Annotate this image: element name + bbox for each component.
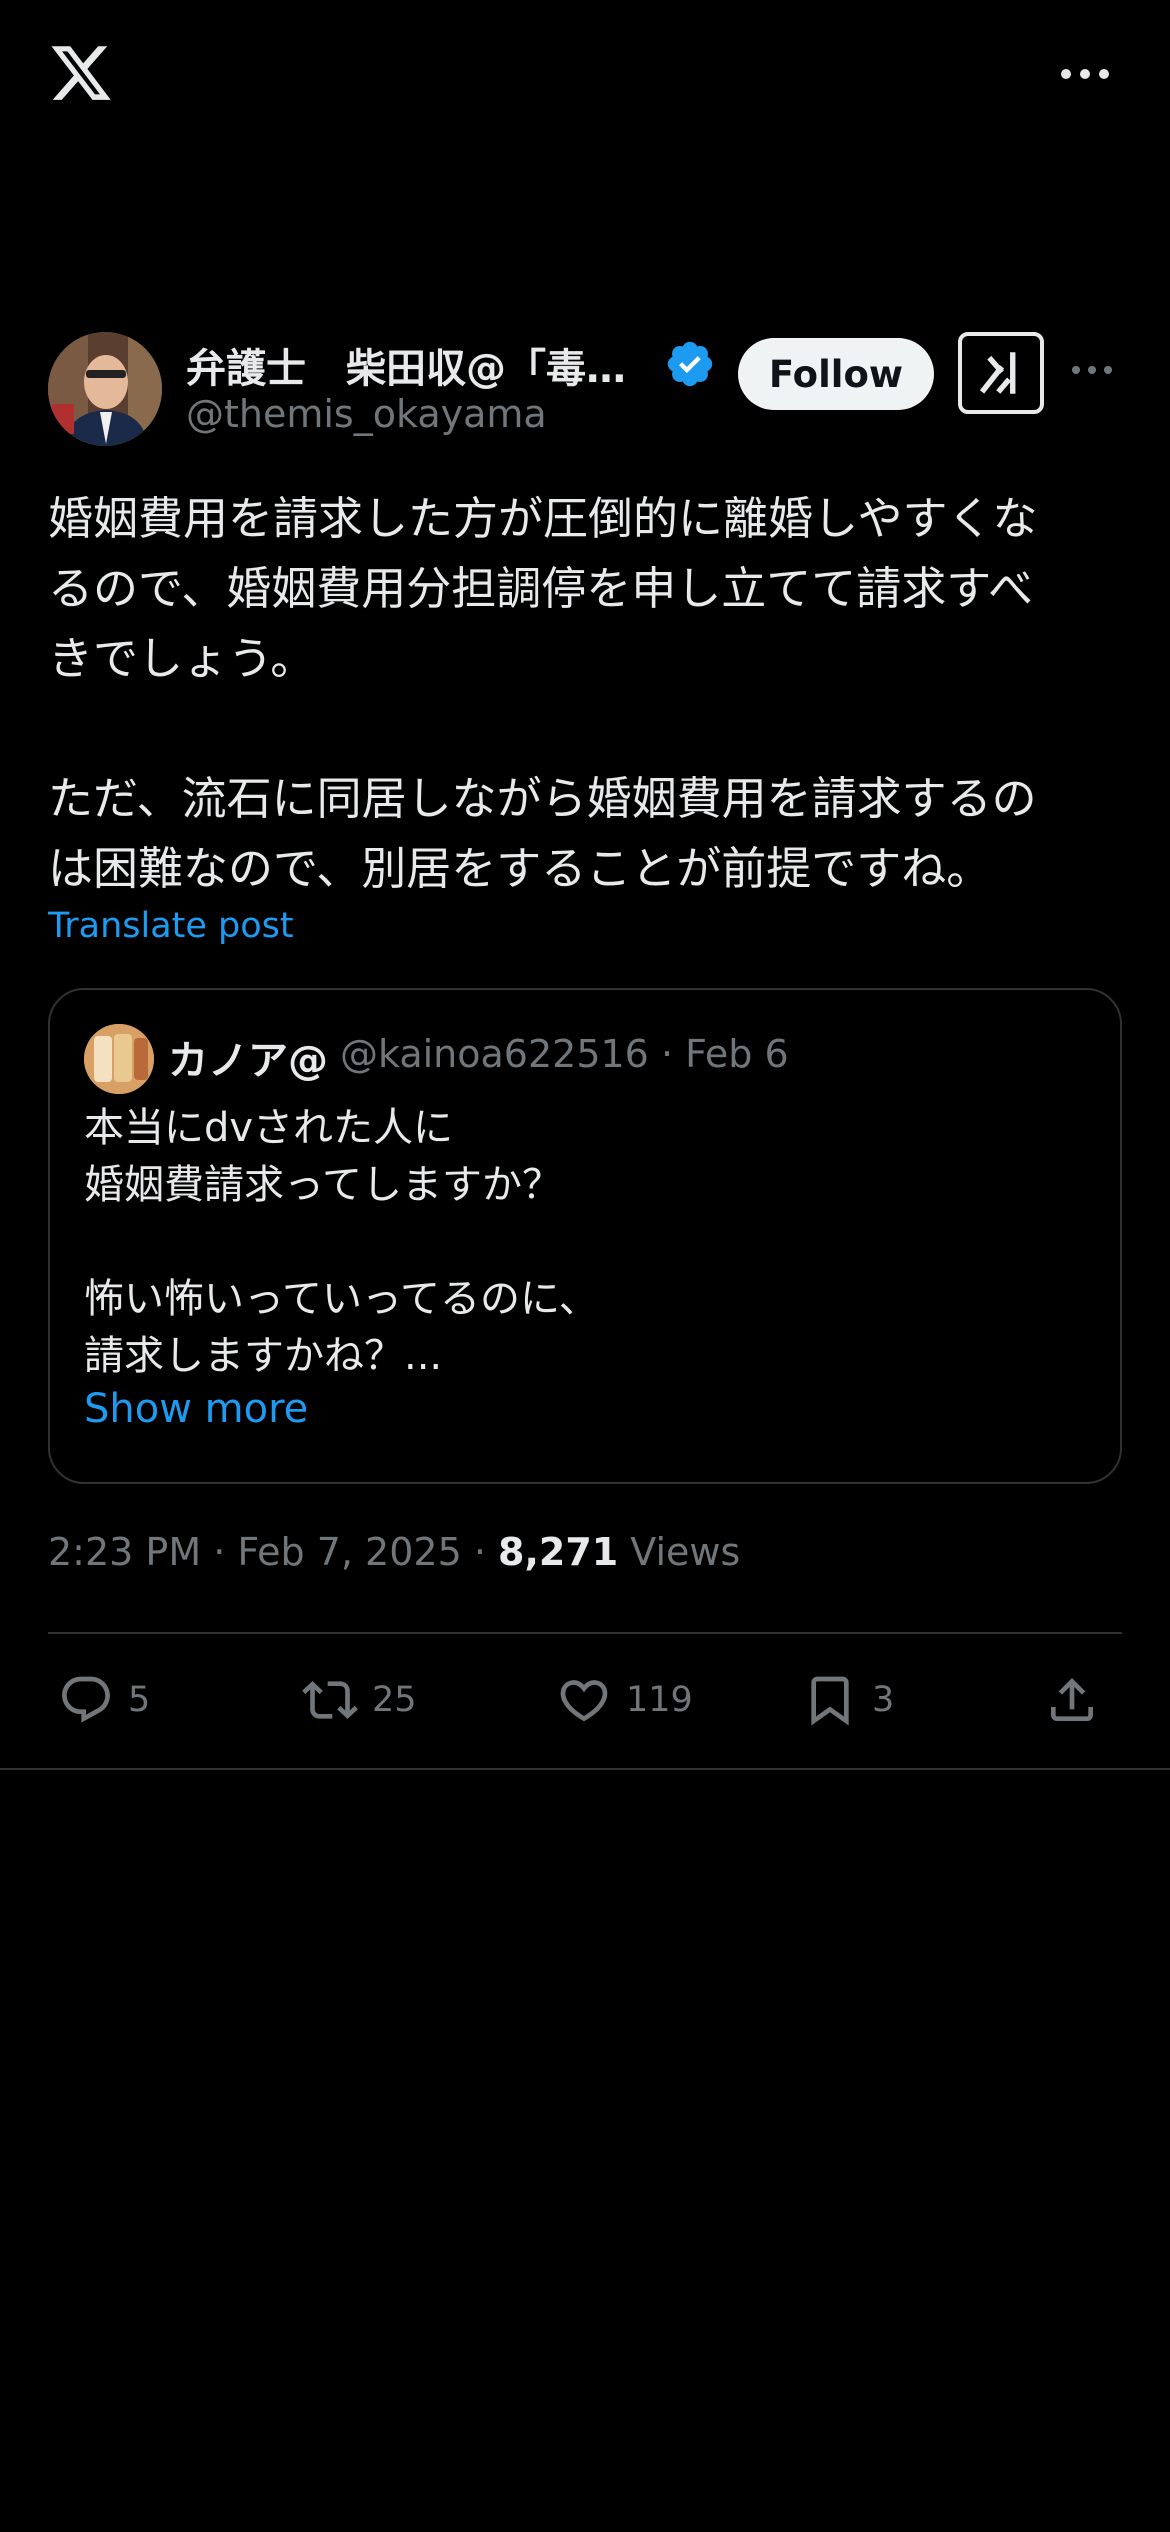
follow-button[interactable]: Follow: [738, 338, 934, 410]
bookmark-button[interactable]: 3: [802, 1660, 894, 1740]
post-text: 婚姻費用を請求した方が圧倒的に離婚しやすくな るので、婚姻費用分担調停を申し立て…: [48, 492, 1038, 895]
verified-badge-icon: [667, 341, 713, 387]
bookmark-icon: [811, 1676, 849, 1726]
show-more-link[interactable]: Show more: [84, 1386, 308, 1432]
views-label: Views: [618, 1530, 741, 1574]
post-time[interactable]: 2:23 PM · Feb 7, 2025 ·: [48, 1530, 498, 1574]
top-bar: [0, 0, 1170, 150]
like-button[interactable]: 119: [556, 1660, 693, 1740]
like-icon: [560, 1680, 608, 1722]
more-horizontal-icon[interactable]: [1058, 60, 1112, 88]
avatar[interactable]: [48, 332, 162, 446]
views-count: 8,271: [498, 1530, 619, 1574]
action-bar: 5 25 119 3: [48, 1660, 1122, 1740]
quote-avatar[interactable]: [84, 1024, 154, 1094]
bookmark-count: 3: [872, 1680, 895, 1720]
share-button[interactable]: [1044, 1660, 1100, 1740]
post-meta: 2:23 PM · Feb 7, 2025 · 8,271 Views: [48, 1530, 740, 1574]
author-name[interactable]: 弁護士 柴田収@「毒…: [186, 336, 626, 394]
author-handle[interactable]: @themis_okayama: [186, 392, 547, 436]
post-more-icon[interactable]: [1070, 358, 1114, 382]
repost-count: 25: [372, 1680, 417, 1720]
share-icon: [1051, 1678, 1093, 1721]
reply-count: 5: [128, 1680, 151, 1720]
quote-author-name: カノア@: [168, 1038, 328, 1084]
translate-post-link[interactable]: Translate post: [48, 906, 294, 946]
reply-button[interactable]: 5: [58, 1660, 150, 1740]
repost-icon: [302, 1681, 358, 1719]
quote-handle-date: @kainoa622516 · Feb 6: [340, 1032, 789, 1076]
repost-button[interactable]: 25: [302, 1660, 417, 1740]
quoted-post[interactable]: カノア@ @kainoa622516 · Feb 6 本当にdvされた人に 婚姻…: [48, 988, 1122, 1484]
post-author: 弁護士 柴田収@「毒… @themis_okayama Follow: [48, 332, 1122, 448]
reply-icon: [62, 1676, 110, 1723]
quote-text: 本当にdvされた人に 婚姻費請求ってしますか？ 怖い怖いっていってるのに、 請求…: [84, 1105, 599, 1379]
divider: [48, 1632, 1122, 1634]
divider: [0, 1768, 1170, 1770]
like-count: 119: [626, 1680, 693, 1720]
grok-icon[interactable]: [958, 332, 1044, 414]
x-logo-icon[interactable]: [48, 40, 114, 106]
